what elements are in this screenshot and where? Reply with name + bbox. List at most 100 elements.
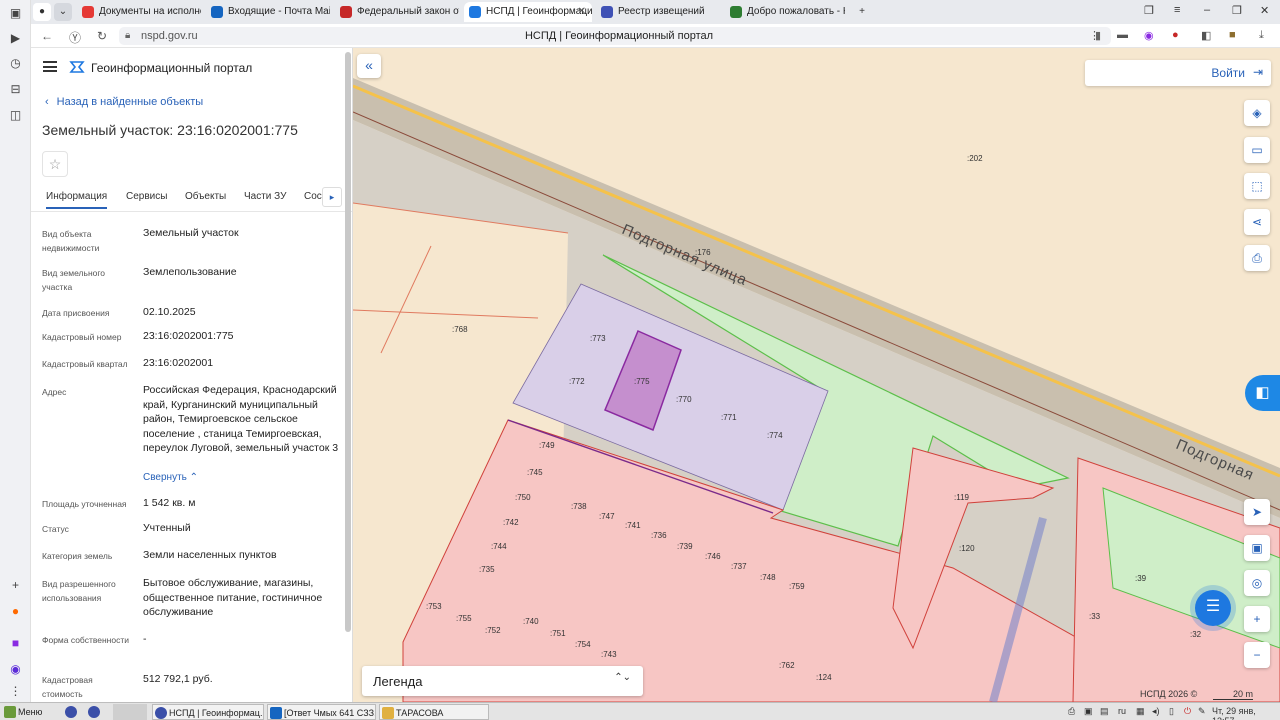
start-menu-button[interactable]: Меню — [2, 704, 46, 720]
new-tab-icon[interactable]: + — [853, 3, 871, 21]
battery-icon[interactable]: ▯ — [1169, 706, 1174, 717]
close-tab-icon[interactable]: ✕ — [578, 2, 586, 22]
yandex-browser-icon[interactable] — [63, 704, 81, 720]
downloads-icon[interactable]: ⊟ — [8, 82, 23, 97]
back-link[interactable]: ‹ Назад в найденные объекты — [45, 96, 203, 108]
minimize-icon[interactable]: – — [1204, 4, 1210, 16]
tab-information[interactable]: Информация — [46, 191, 108, 209]
back-icon[interactable]: ← — [41, 29, 53, 43]
volume-icon[interactable]: ◂) — [1152, 706, 1160, 717]
collapse-link[interactable]: Свернуть ⌃ — [143, 472, 198, 483]
zoom-out-icon[interactable]: − — [1244, 642, 1270, 668]
tray-icon[interactable]: ▣ — [1084, 706, 1093, 717]
field-value: Учтенный — [143, 522, 191, 534]
zoom-in-icon[interactable]: + — [1244, 606, 1270, 632]
parcel-label: :745 — [527, 468, 543, 477]
browser-icon — [88, 706, 100, 718]
extension-icon[interactable]: ■ — [1229, 29, 1236, 41]
alice-icon[interactable]: ◉ — [8, 662, 23, 677]
screenshot-icon[interactable]: ◫ — [8, 108, 23, 123]
location-icon[interactable]: ◎ — [1244, 570, 1270, 596]
tab-registry[interactable]: Реестр извещений — [596, 2, 720, 22]
share-icon[interactable]: ⋖ — [1244, 209, 1270, 235]
yandex-icon[interactable]: Ⓨ — [69, 29, 81, 46]
parcel-label: :750 — [515, 493, 531, 502]
map-scale: 20 m — [1213, 689, 1253, 700]
tray-icon[interactable]: ▤ — [1100, 706, 1109, 717]
history-icon[interactable]: ◷ — [8, 56, 23, 71]
portal-brand: Геоинформационный портал — [91, 61, 253, 75]
extension-icon[interactable]: ● — [1172, 29, 1179, 41]
pen-icon[interactable]: ✎ — [1198, 706, 1206, 717]
legend-dropdown[interactable]: Легенда ⌃⌄ — [362, 666, 643, 696]
network-icon[interactable]: ▦ — [1136, 706, 1145, 717]
extension-icon[interactable]: ▬ — [1117, 29, 1128, 41]
folder-icon — [382, 707, 394, 719]
parcel-label: :774 — [767, 431, 783, 440]
browser-menu-icon[interactable]: ● — [33, 3, 51, 21]
add-icon[interactable]: + — [8, 578, 23, 593]
show-desktop-button[interactable] — [113, 704, 147, 720]
layers-icon[interactable]: ◈ — [1244, 100, 1270, 126]
taskbar-item-document[interactable]: [Ответ Чмых 641 СЗЗ... — [267, 704, 376, 720]
tab-services[interactable]: Сервисы — [126, 191, 167, 202]
hamburger-icon[interactable]: ≡ — [1174, 4, 1180, 16]
favorite-star-icon[interactable]: ☆ — [42, 151, 68, 177]
chevron-right-icon[interactable]: ▸ — [322, 187, 342, 207]
printer-tray-icon[interactable]: ⎙ — [1068, 706, 1075, 717]
maximize-icon[interactable]: ❐ — [1232, 4, 1242, 17]
tab-parts[interactable]: Части ЗУ — [244, 191, 286, 202]
power-icon[interactable]: ⏻ — [1184, 706, 1191, 717]
map-canvas[interactable]: Подгорная улица Подгорная :202 :176 :768… — [353, 48, 1280, 702]
tabs-dropdown-icon[interactable]: ⌄ — [54, 3, 72, 21]
extension-icon[interactable]: ◉ — [1144, 29, 1154, 42]
cadastral-map[interactable]: Подгорная улица Подгорная :202 :176 :768… — [353, 48, 1280, 702]
parcel-label: :739 — [677, 542, 693, 551]
parcel-label: :753 — [426, 602, 442, 611]
tab-documents[interactable]: Документы на исполнени — [77, 2, 201, 22]
parcel-label: :768 — [452, 325, 468, 334]
reload-icon[interactable]: ↻ — [97, 29, 107, 43]
parcel-label: :771 — [721, 413, 737, 422]
tab-welcome[interactable]: Добро пожаловать - Кург — [725, 2, 845, 22]
close-window-icon[interactable]: ✕ — [1260, 4, 1269, 17]
taskbar-item-folder[interactable]: ТАРАСОВА — [379, 704, 489, 720]
login-button[interactable]: Войти ⇥ — [1085, 60, 1271, 86]
chat-icon[interactable]: ☰ — [1195, 590, 1231, 626]
url-field[interactable]: 🔒︎ nspd.gov.ru НСПД | Геоинформационный … — [119, 27, 1111, 45]
tab-objects[interactable]: Объекты — [185, 191, 226, 202]
collections-icon[interactable]: ▣ — [8, 6, 23, 21]
menu-icon[interactable] — [43, 61, 57, 72]
tab-label: НСПД | Геоинформацио — [486, 6, 592, 17]
tab-law[interactable]: Федеральный закон от 29 — [335, 2, 459, 22]
parcel-label: :740 — [523, 617, 539, 626]
select-area-icon[interactable]: ⬚ — [1244, 173, 1270, 199]
print-icon[interactable]: ⎙ — [1244, 245, 1270, 271]
yandex-browser-icon-2[interactable] — [86, 704, 108, 720]
field-label: Кадастровая стоимость — [42, 675, 93, 699]
more-vert-icon[interactable]: ⋮ — [1089, 29, 1100, 42]
app-icon-purple[interactable]: ■ — [8, 636, 23, 651]
assistant-icon[interactable]: ◧ — [1245, 375, 1280, 411]
taskbar-item-label: НСПД | Геоинформац... — [169, 708, 264, 718]
window-tabs-icon[interactable]: ❐ — [1144, 4, 1154, 17]
tab-mail[interactable]: Входящие - Почта Mail — [206, 2, 330, 22]
start-icon — [4, 706, 16, 718]
panel-scrollbar[interactable] — [345, 52, 351, 632]
address-bar: ← Ⓨ ↻ 🔒︎ nspd.gov.ru НСПД | Геоинформаци… — [31, 24, 1280, 48]
extension-icon[interactable]: ◧ — [1201, 29, 1211, 42]
keyboard-layout[interactable]: ru — [1118, 706, 1126, 716]
parcel-label: :775 — [634, 377, 650, 386]
back-link-label: Назад в найденные объекты — [56, 96, 204, 108]
play-icon[interactable]: ▶ — [8, 31, 23, 46]
minimap-icon[interactable]: ▣ — [1244, 535, 1270, 561]
more-icon[interactable]: ⋮ — [8, 684, 23, 699]
taskbar-item-nspd[interactable]: НСПД | Геоинформац... — [152, 704, 264, 720]
tab-nspd[interactable]: НСПД | Геоинформацио ✕ — [464, 2, 592, 22]
tab-composition[interactable]: Сос — [304, 191, 322, 202]
collapse-panel-icon[interactable]: « — [357, 54, 381, 78]
download-icon[interactable]: ⤓ — [1259, 29, 1264, 42]
ruler-icon[interactable]: ▭ — [1244, 137, 1270, 163]
navigate-icon[interactable]: ➤ — [1244, 499, 1270, 525]
app-icon-orange[interactable]: ● — [8, 604, 23, 619]
